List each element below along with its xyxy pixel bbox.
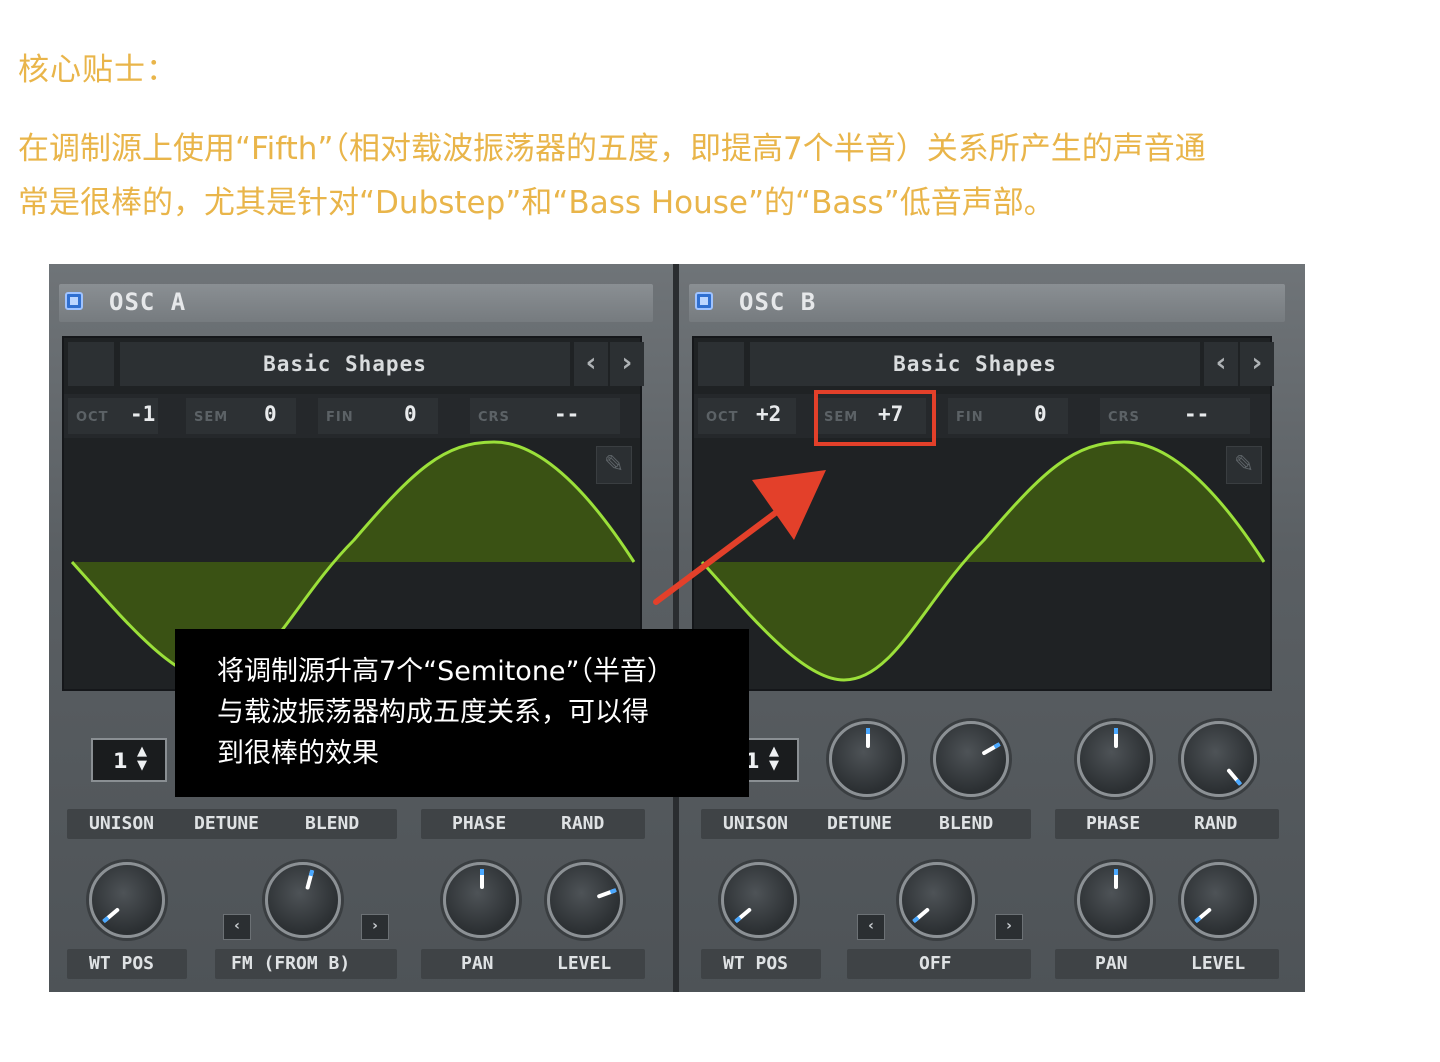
osc-a-header: OSC A [59,284,653,322]
tip-body-line-2: 常是很棒的，尤其是针对“Dubstep”和“Bass House”的“Bass”… [18,185,1055,221]
osc-b-level-label: LEVEL [1191,953,1246,974]
osc-a-unison-value: 1 [113,749,128,773]
tip-body-line-1: 在调制源上使用“Fifth”（相对载波振荡器的五度，即提高7个半音）关系所产生的… [18,131,1206,167]
callout-box: 将调制源升高7个“Semitone”（半音） 与载波振荡器构成五度关系，可以得 … [175,629,749,797]
osc-b-crs-field[interactable]: CRS -- [1100,398,1250,434]
osc-b-edit-pencil-icon[interactable]: ✎ [1226,446,1262,484]
osc-a-title: OSC A [109,288,187,316]
osc-b-pan-label: PAN [1095,953,1128,974]
osc-a-level-label: LEVEL [557,953,612,974]
osc-a-level-knob[interactable] [547,862,623,938]
osc-b-fin-value: 0 [1034,402,1047,426]
osc-b-detune-label: DETUNE [827,813,893,834]
osc-a-fm-label: FM (FROM B) [231,953,351,974]
osc-b-oct-field[interactable]: OCT +2 [698,398,796,434]
osc-a-fin-field[interactable]: FIN 0 [318,398,438,434]
osc-b-wt-pos-label: WT POS [723,953,789,974]
osc-b-wavetable-name[interactable]: Basic Shapes [750,342,1200,386]
osc-a-unison-spinbox[interactable]: 1 ▲ ▼ [91,738,167,782]
osc-a-blend-label: BLEND [305,813,360,834]
osc-a-fin-value: 0 [404,402,417,426]
osc-a-fin-label: FIN [326,410,354,425]
synth-screenshot: OSC A Basic Shapes ‹ › OCT -1 SEM 0 FIN [49,264,1305,992]
osc-b-wt-pos-knob[interactable] [721,862,797,938]
osc-a-sem-label: SEM [194,410,229,425]
osc-a-fm-prev-button[interactable]: ‹ [223,914,251,940]
callout-line-1: 将调制源升高7个“Semitone”（半音） [217,656,675,687]
osc-a-wt-pos-knob[interactable] [89,862,165,938]
osc-b-level-knob[interactable] [1181,862,1257,938]
osc-b-crs-value: -- [1184,402,1210,426]
osc-a-label-bar-5 [421,949,645,979]
osc-a-crs-value: -- [554,402,580,426]
osc-a-prev-wavetable-button[interactable]: ‹ [574,342,608,386]
osc-b-fm-next-button[interactable]: › [995,914,1023,940]
osc-a-wt-pos-label: WT POS [89,953,155,974]
osc-a-panel: OSC A Basic Shapes ‹ › OCT -1 SEM 0 FIN [49,264,673,992]
osc-a-unison-label: UNISON [89,813,155,834]
osc-b-oct-label: OCT [706,410,739,425]
callout-line-2: 与载波振荡器构成五度关系，可以得 [217,697,649,728]
osc-b-label-bar-5 [1055,949,1279,979]
osc-a-wavetable-menu-button[interactable] [68,342,114,386]
osc-b-panel: OSC B Basic Shapes ‹ › OCT +2 SEM +7 FIN [679,264,1305,992]
osc-b-oct-value: +2 [756,402,782,426]
osc-a-fm-next-button[interactable]: › [361,914,389,940]
osc-a-oct-label: OCT [76,410,109,425]
osc-b-title: OSC B [739,288,817,316]
osc-a-rand-label: RAND [561,813,605,834]
osc-a-oct-field[interactable]: OCT -1 [68,398,158,434]
osc-b-detune-knob[interactable] [829,721,905,797]
osc-b-crs-label: CRS [1108,410,1140,425]
osc-b-fm-prev-button[interactable]: ‹ [857,914,885,940]
osc-b-rand-knob[interactable] [1181,721,1257,797]
osc-b-header: OSC B [689,284,1285,322]
tip-body: 在调制源上使用“Fifth”（相对载波振荡器的五度，即提高7个半音）关系所产生的… [18,122,1378,230]
osc-a-fm-knob[interactable] [265,862,341,938]
osc-b-unison-spin-icon[interactable]: ▲ ▼ [769,745,779,773]
callout-line-3: 到很棒的效果 [217,738,379,769]
osc-b-screen: Basic Shapes ‹ › OCT +2 SEM +7 FIN 0 CRS… [692,336,1274,691]
osc-a-edit-pencil-icon[interactable]: ✎ [596,446,632,484]
osc-b-rand-label: RAND [1194,813,1238,834]
osc-b-waveform-display[interactable] [694,440,1270,689]
osc-b-blend-label: BLEND [939,813,994,834]
osc-a-sem-value: 0 [264,402,277,426]
osc-a-pan-label: PAN [461,953,494,974]
osc-a-crs-label: CRS [478,410,510,425]
osc-b-pan-knob[interactable] [1077,862,1153,938]
sem-highlight-box [814,390,936,446]
osc-a-pan-knob[interactable] [443,862,519,938]
tip-title: 核心贴士： [18,52,178,88]
osc-b-wavetable-menu-button[interactable] [698,342,744,386]
osc-b-fin-field[interactable]: FIN 0 [948,398,1068,434]
osc-a-oct-value: -1 [130,402,156,426]
osc-b-fm-label: OFF [919,953,952,974]
osc-a-next-wavetable-button[interactable]: › [610,342,644,386]
osc-b-next-wavetable-button[interactable]: › [1240,342,1274,386]
osc-b-waveform-area [702,442,1264,680]
osc-b-prev-wavetable-button[interactable]: ‹ [1204,342,1238,386]
osc-a-sem-field[interactable]: SEM 0 [186,398,296,434]
osc-a-crs-field[interactable]: CRS -- [470,398,620,434]
osc-a-phase-label: PHASE [452,813,507,834]
osc-a-detune-label: DETUNE [194,813,260,834]
osc-b-enable-checkbox[interactable] [695,292,713,310]
osc-a-enable-checkbox[interactable] [65,292,83,310]
osc-b-phase-label: PHASE [1086,813,1141,834]
osc-b-fm-knob[interactable] [899,862,975,938]
osc-b-blend-knob[interactable] [933,721,1009,797]
osc-a-unison-spin-icon[interactable]: ▲ ▼ [137,745,147,773]
osc-b-phase-knob[interactable] [1077,721,1153,797]
osc-a-wavetable-name[interactable]: Basic Shapes [120,342,570,386]
osc-b-unison-label: UNISON [723,813,789,834]
osc-b-fin-label: FIN [956,410,984,425]
